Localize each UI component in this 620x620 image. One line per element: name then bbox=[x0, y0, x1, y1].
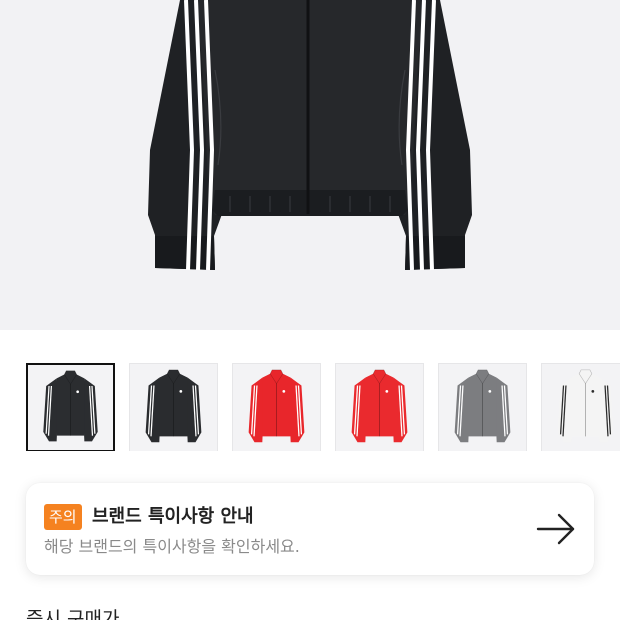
red-jacket-thumbnail bbox=[248, 369, 305, 443]
notice-description: 해당 브랜드의 특이사항을 확인하세요. bbox=[44, 537, 300, 556]
caution-badge: 주의 bbox=[44, 504, 82, 530]
thumbnail-item[interactable] bbox=[438, 363, 527, 451]
thumbnail-list bbox=[26, 363, 620, 451]
black-jacket-thumbnail bbox=[43, 370, 98, 442]
black-track-jacket-image bbox=[148, 0, 472, 271]
thumbnail-item[interactable] bbox=[129, 363, 218, 451]
thumbnail-item[interactable] bbox=[541, 363, 620, 451]
notice-title: 브랜드 특이사항 안내 bbox=[92, 506, 254, 527]
grey-jacket-thumbnail bbox=[454, 369, 511, 443]
instant-buy-price-label: 즉시 구매가 bbox=[26, 608, 120, 620]
product-main-image bbox=[0, 0, 620, 330]
thumbnail-item[interactable] bbox=[232, 363, 321, 451]
thumbnail-item[interactable] bbox=[335, 363, 424, 451]
black-jacket-thumbnail bbox=[145, 369, 202, 443]
red-jacket-thumbnail bbox=[351, 369, 408, 443]
product-detail-page: 주의 브랜드 특이사항 안내 해당 브랜드의 특이사항을 확인하세요. 즉시 구… bbox=[0, 0, 620, 620]
thumbnail-item[interactable] bbox=[26, 363, 115, 451]
arrow-right-icon[interactable] bbox=[536, 512, 576, 546]
brand-notice-card[interactable]: 주의 브랜드 특이사항 안내 해당 브랜드의 특이사항을 확인하세요. bbox=[26, 483, 594, 575]
white-jacket-thumbnail bbox=[557, 369, 614, 443]
